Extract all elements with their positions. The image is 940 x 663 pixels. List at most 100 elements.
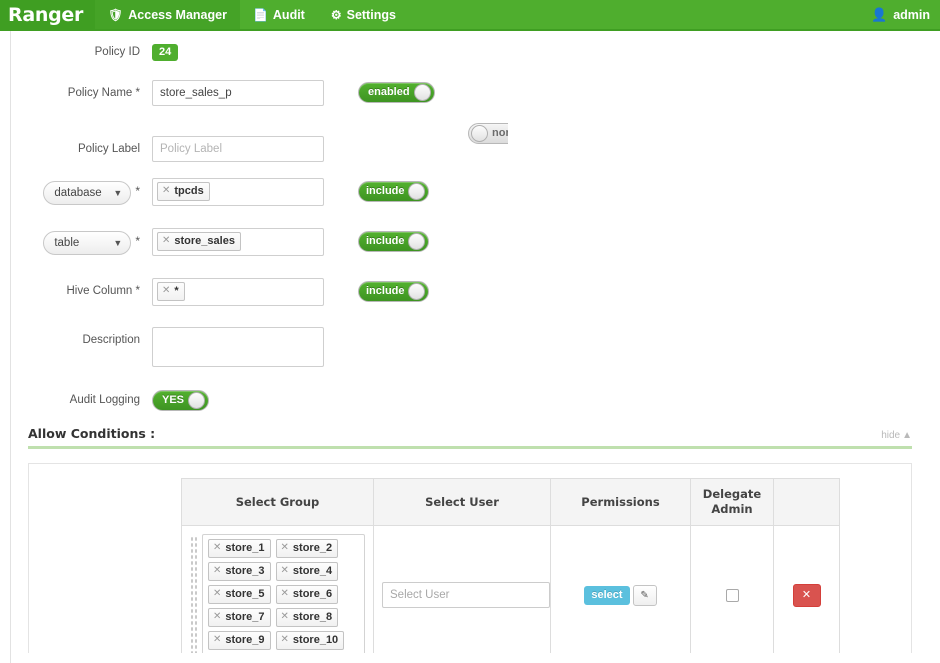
database-tag-input[interactable]: ✕ tpcds — [152, 178, 324, 206]
tag-item[interactable]: ✕ store_7 — [208, 608, 271, 627]
delegate-admin-line1: Delegate — [702, 487, 762, 501]
remove-tag-icon[interactable]: ✕ — [281, 564, 289, 578]
remove-row-button[interactable]: ✕ — [792, 583, 821, 607]
column-header-actions — [773, 478, 840, 526]
hive-column-tag-input[interactable]: ✕ * — [152, 278, 324, 306]
tag-item[interactable]: ✕ store_9 — [208, 631, 271, 650]
form-row-table: table ▼ * ✕ store_sales include — [0, 228, 940, 256]
tag-item[interactable]: ✕ store_4 — [275, 562, 339, 581]
database-select[interactable]: database — [43, 181, 132, 205]
policy-label-input[interactable] — [152, 136, 324, 162]
top-navigation-bar: Ranger 🛡 Access Manager 📄 Audit ⚙ Settin… — [0, 0, 940, 29]
table-tag-input[interactable]: ✕ store_sales — [152, 228, 324, 256]
drag-handle-icon[interactable] — [190, 536, 199, 653]
remove-tag-icon[interactable]: ✕ — [162, 234, 170, 248]
table-required-mark: * — [135, 234, 140, 248]
remove-tag-icon[interactable]: ✕ — [213, 610, 221, 624]
database-include-toggle[interactable]: include — [358, 181, 429, 202]
database-select-wrap: database ▼ — [43, 180, 132, 206]
tag-item[interactable]: ✕ store_5 — [208, 585, 271, 604]
select-user-input[interactable] — [382, 582, 550, 608]
table-include-toggle[interactable]: include — [358, 231, 429, 252]
database-include-toggle-wrap: include — [358, 181, 429, 202]
toggle-knob — [413, 84, 431, 101]
tag-label: store_1 — [225, 542, 265, 554]
database-tags-control: ✕ tpcds — [152, 178, 324, 206]
user-icon: 👤 — [871, 6, 888, 22]
tag-item[interactable]: ✕ tpcds — [157, 182, 210, 201]
table-select[interactable]: table — [43, 231, 132, 255]
remove-tag-icon[interactable]: ✕ — [213, 541, 221, 555]
column-header-select-user: Select User — [373, 478, 551, 526]
database-required-mark: * — [135, 184, 140, 198]
delegate-admin-checkbox[interactable] — [726, 588, 739, 602]
form-row-policy-id: Policy ID 24 — [0, 39, 940, 66]
pencil-icon[interactable]: ✎ — [632, 584, 657, 606]
hive-column-include-toggle[interactable]: include — [358, 281, 429, 302]
cell-delegate-admin — [690, 525, 774, 653]
form-row-database: database ▼ * ✕ tpcds include — [0, 178, 940, 206]
shield-icon: 🛡 — [108, 7, 124, 22]
form-row-hive-column: Hive Column * ✕ * include — [0, 278, 940, 306]
policy-id-badge: 24 — [152, 44, 179, 61]
tag-item[interactable]: ✕ store_1 — [208, 539, 271, 558]
hide-label: hide — [881, 430, 901, 441]
policy-type-toggle-wrap: normal — [468, 123, 508, 147]
policy-name-input[interactable] — [152, 80, 324, 106]
remove-tag-icon[interactable]: ✕ — [281, 541, 289, 555]
remove-tag-icon[interactable]: ✕ — [213, 633, 221, 647]
tag-label: store_2 — [292, 542, 333, 554]
group-cell-inner: ✕ store_1 ✕ store_2 ✕ store_3 ✕ store_4 ✕ store_5… — [190, 532, 365, 653]
allow-conditions-title: Allow Conditions : — [28, 426, 156, 441]
remove-tag-icon[interactable]: ✕ — [281, 633, 289, 647]
tag-label: store_5 — [225, 588, 265, 600]
policy-type-toggle[interactable]: normal — [468, 123, 508, 144]
remove-tag-icon[interactable]: ✕ — [281, 610, 289, 624]
tag-item[interactable]: ✕ store_sales — [157, 232, 241, 251]
nav-tab-audit[interactable]: 📄 Audit — [240, 0, 318, 29]
hive-column-label: Hive Column * — [66, 285, 141, 297]
allow-conditions-table-head: Select Group Select User Permissions Del… — [181, 478, 840, 526]
tag-item[interactable]: ✕ * — [157, 282, 185, 301]
nav-tab-access-manager-label: Access Manager — [128, 7, 227, 22]
cell-permissions: select ✎ — [550, 525, 691, 653]
description-control — [152, 327, 324, 372]
select-group-tag-input[interactable]: ✕ store_1 ✕ store_2 ✕ store_3 ✕ store_4 ✕ store_5… — [202, 534, 365, 653]
tag-item[interactable]: ✕ store_3 — [208, 562, 271, 581]
toggle-knob — [407, 233, 425, 250]
policy-enabled-toggle[interactable]: enabled — [358, 82, 435, 103]
cell-select-group: ✕ store_1 ✕ store_2 ✕ store_3 ✕ store_4 ✕ store_5… — [181, 525, 374, 653]
table-include-toggle-label: include — [366, 235, 405, 247]
tag-label: store_4 — [292, 565, 333, 577]
description-textarea[interactable] — [152, 327, 324, 367]
ranger-logo[interactable]: Ranger — [0, 0, 96, 29]
tag-item[interactable]: ✕ store_2 — [275, 539, 339, 558]
user-menu[interactable]: 👤 admin — [871, 0, 940, 29]
tag-item[interactable]: ✕ store_10 — [275, 631, 345, 650]
remove-tag-icon[interactable]: ✕ — [213, 564, 221, 578]
remove-tag-icon[interactable]: ✕ — [281, 587, 289, 601]
tag-label: store_10 — [292, 634, 339, 646]
remove-tag-icon[interactable]: ✕ — [162, 284, 170, 298]
tag-label: store_7 — [225, 611, 265, 623]
tag-item[interactable]: ✕ store_8 — [275, 608, 339, 627]
table-selector-wrap: table ▼ * — [0, 228, 152, 256]
policy-enabled-toggle-label: enabled — [368, 86, 410, 98]
caret-up-icon: ▲ — [902, 430, 912, 441]
remove-tag-icon[interactable]: ✕ — [213, 587, 221, 601]
remove-tag-icon[interactable]: ✕ — [162, 184, 170, 198]
nav-tab-access-manager[interactable]: 🛡 Access Manager — [95, 0, 240, 29]
form-row-description: Description — [0, 327, 940, 372]
policy-enabled-toggle-wrap: enabled — [358, 82, 435, 103]
policy-name-control — [152, 80, 324, 106]
nav-tab-settings[interactable]: ⚙ Settings — [318, 0, 409, 29]
table-select-wrap: table ▼ — [43, 230, 132, 256]
toggle-knob — [188, 392, 206, 409]
audit-logging-toggle[interactable]: YES — [152, 390, 210, 411]
allow-conditions-hide-toggle[interactable]: hide ▲ — [881, 430, 912, 441]
tag-item[interactable]: ✕ store_6 — [275, 585, 339, 604]
permission-badge-select[interactable]: select — [584, 585, 630, 605]
delegate-admin-line2: Admin — [711, 502, 753, 516]
content-left-border — [10, 31, 11, 663]
policy-form: Policy ID 24 Policy Name * enabled norma — [0, 31, 940, 414]
